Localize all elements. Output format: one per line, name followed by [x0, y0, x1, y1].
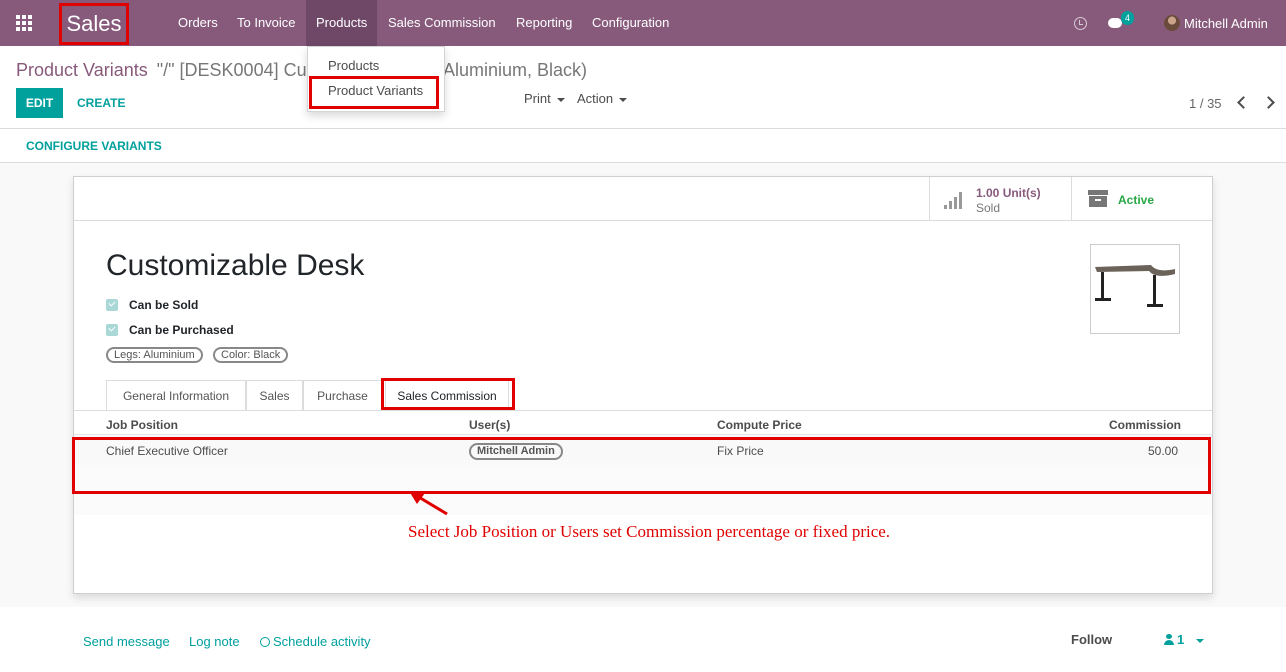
caret-down-icon: [1196, 638, 1205, 643]
menu-products[interactable]: Products: [306, 0, 378, 46]
active-toggle-button[interactable]: Active: [1071, 177, 1212, 220]
sold-value: 1.00 Unit(s): [976, 186, 1041, 200]
sales-commission-tab-highlight: [381, 378, 515, 410]
product-name[interactable]: Customizable Desk: [106, 249, 364, 283]
can-be-sold-label: Can be Sold: [129, 298, 199, 312]
tabs-divider: [74, 410, 1212, 411]
breadcrumb-parent[interactable]: Product Variants: [16, 60, 148, 80]
can-be-purchased-label: Can be Purchased: [129, 323, 234, 337]
edit-button[interactable]: EDIT: [16, 88, 63, 118]
breadcrumb-current-tail: Aluminium, Black): [443, 60, 587, 81]
caret-down-icon: [619, 97, 628, 102]
divider: [0, 128, 1286, 129]
button-box: 1.00 Unit(s) Sold Active: [74, 177, 1212, 221]
breadcrumb: Product Variants "/" [DESK0004] Cus: [16, 60, 316, 81]
app-switcher-icon[interactable]: [16, 15, 34, 31]
user-name: Mitchell Admin: [1184, 15, 1268, 31]
annotation-arrow-icon: [409, 491, 448, 516]
caret-down-icon: [556, 97, 565, 102]
app-name[interactable]: Sales: [59, 3, 129, 45]
column-job-position[interactable]: Job Position: [106, 418, 178, 432]
followers-count: 1: [1177, 632, 1185, 647]
menu-to-invoice[interactable]: To Invoice: [227, 0, 306, 46]
attribute-tag-color: Color: Black: [213, 347, 289, 363]
avatar: [1164, 15, 1180, 31]
action-dropdown[interactable]: Action: [577, 91, 628, 106]
followers-button[interactable]: 1: [1164, 632, 1205, 647]
pager-previous-icon[interactable]: [1236, 95, 1246, 109]
product-variants-highlight: [309, 76, 439, 109]
tab-general-information[interactable]: General Information: [106, 380, 246, 411]
desk-image: [1095, 265, 1175, 307]
schedule-activity-button[interactable]: Schedule activity: [260, 634, 371, 649]
tab-sales[interactable]: Sales: [246, 380, 303, 411]
menu-sales-commission[interactable]: Sales Commission: [378, 0, 506, 46]
can-be-purchased-checkbox[interactable]: [106, 324, 118, 336]
print-dropdown[interactable]: Print: [524, 91, 565, 106]
chat-icon: [1108, 18, 1122, 28]
messages-badge: 4: [1121, 11, 1135, 25]
pager-value[interactable]: 1 / 35: [1189, 96, 1222, 111]
activity-button[interactable]: [1074, 0, 1087, 46]
user-menu[interactable]: Mitchell Admin: [1164, 0, 1268, 46]
print-label: Print: [524, 91, 551, 106]
column-compute-price[interactable]: Compute Price: [717, 418, 802, 432]
sold-label: Sold: [976, 201, 1001, 215]
tab-purchase[interactable]: Purchase: [303, 380, 382, 411]
configure-variants-button[interactable]: CONFIGURE VARIANTS: [26, 139, 162, 153]
menu-configuration[interactable]: Configuration: [582, 0, 679, 46]
sold-stat-button[interactable]: 1.00 Unit(s) Sold: [929, 177, 1071, 220]
log-note-button[interactable]: Log note: [189, 634, 240, 649]
attribute-tag-legs: Legs: Aluminium: [106, 347, 203, 363]
menu-orders[interactable]: Orders: [168, 0, 228, 46]
pager-next-icon[interactable]: [1264, 95, 1274, 109]
product-image[interactable]: [1090, 244, 1180, 334]
breadcrumb-current: "/" [DESK0004] Cus: [156, 60, 316, 80]
breadcrumb-current-tail-text: Aluminium, Black): [443, 60, 588, 80]
action-label: Action: [577, 91, 614, 106]
send-message-button[interactable]: Send message: [83, 634, 170, 649]
column-commission[interactable]: Commission: [1109, 418, 1181, 432]
follow-button[interactable]: Follow: [1071, 632, 1112, 647]
create-button[interactable]: CREATE: [77, 96, 125, 110]
archive-icon: [1088, 190, 1108, 207]
dropdown-item-products[interactable]: Products: [328, 58, 379, 73]
messages-button[interactable]: [1108, 0, 1122, 46]
clock-icon: [1074, 16, 1087, 30]
column-users[interactable]: User(s): [469, 418, 510, 432]
main-navbar: Sales Orders To Invoice Products Sales C…: [0, 0, 1286, 46]
signal-bars-icon: [944, 191, 966, 209]
schedule-activity-label: Schedule activity: [273, 634, 371, 649]
commission-row-highlight: [72, 437, 1211, 494]
clock-icon: [260, 637, 270, 647]
active-label: Active: [1118, 193, 1155, 207]
annotation-text: Select Job Position or Users set Commiss…: [408, 522, 891, 541]
menu-reporting[interactable]: Reporting: [506, 0, 582, 46]
can-be-sold-checkbox[interactable]: [106, 299, 118, 311]
user-icon: [1164, 634, 1174, 645]
